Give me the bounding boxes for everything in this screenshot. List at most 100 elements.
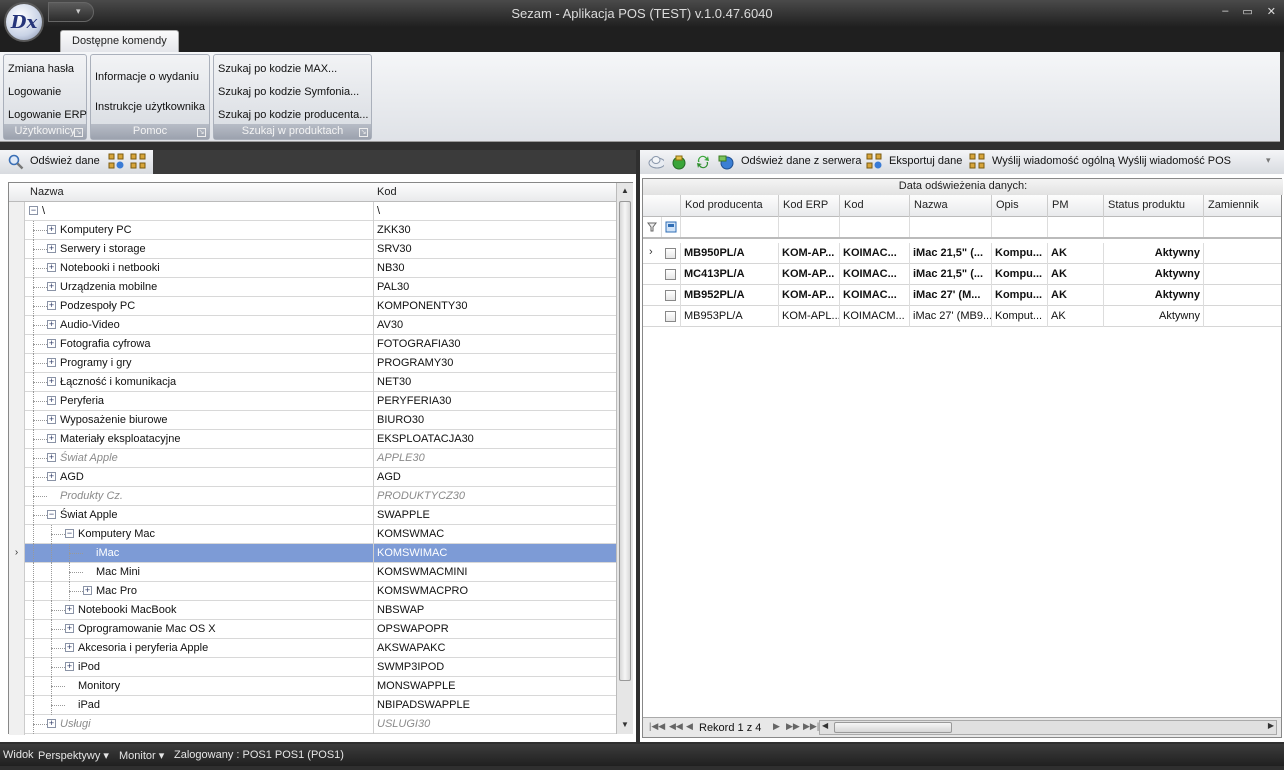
tree-row[interactable]: + Audio-Video AV30 <box>9 316 616 335</box>
perspectives-menu[interactable]: Perspektywy ▾ <box>38 749 109 762</box>
tree-row[interactable]: Monitory MONSWAPPLE <box>9 677 616 696</box>
tree-row[interactable]: iPad NBIPADSWAPPLE <box>9 696 616 715</box>
prev-page-icon[interactable]: ◀◀ <box>669 721 683 732</box>
filter-cell[interactable] <box>991 217 1047 237</box>
grid-horizontal-scrollbar[interactable]: ◀ ▶ <box>819 720 1277 735</box>
server-data-icon[interactable] <box>718 154 734 170</box>
filter-cell[interactable] <box>1047 217 1103 237</box>
app-logo-icon[interactable]: Dx <box>4 2 44 42</box>
last-record-icon[interactable]: ▶▶| <box>803 721 819 732</box>
row-checkbox[interactable] <box>665 248 676 259</box>
tree-row[interactable]: + Podzespoły PC KOMPONENTY30 <box>9 297 616 316</box>
send-general-message-button[interactable]: Wyślij wiadomość ogólną <box>992 155 1115 167</box>
maximize-button[interactable]: ▭ <box>1242 5 1252 18</box>
dialog-launcher-icon[interactable]: ↘ <box>359 128 368 137</box>
message-icon[interactable] <box>969 153 985 169</box>
column-header[interactable]: Zamiennik <box>1203 195 1281 217</box>
expand-icon[interactable]: + <box>65 662 74 671</box>
column-header[interactable]: Opis <box>991 195 1047 217</box>
search-refresh-icon[interactable] <box>8 154 24 170</box>
toolbar-overflow-icon[interactable]: ▾ <box>1266 155 1271 166</box>
expand-icon[interactable]: + <box>47 472 56 481</box>
tree-row[interactable]: Produkty Cz. PRODUKTYCZ30 <box>9 487 616 506</box>
close-button[interactable]: ✕ <box>1267 5 1276 18</box>
tree-row[interactable]: − Świat Apple SWAPPLE <box>9 506 616 525</box>
filter-checkbox-cell[interactable] <box>661 217 680 237</box>
filter-cell[interactable] <box>1103 217 1203 237</box>
tree-row[interactable]: + Programy i gry PROGRAMY30 <box>9 354 616 373</box>
tree-row[interactable]: + iPod SWMP3IPOD <box>9 658 616 677</box>
filter-icon-cell[interactable] <box>643 217 661 237</box>
filter-cell[interactable] <box>909 217 991 237</box>
send-pos-message-button[interactable]: Wyślij wiadomość POS <box>1118 155 1231 167</box>
product-row[interactable]: › MB950PL/A KOM-AP... KOIMAC... iMac 21,5" (… <box>643 243 1281 264</box>
expand-icon[interactable]: + <box>65 643 74 652</box>
column-header-code[interactable]: Kod <box>377 186 397 198</box>
scroll-up-arrow-icon[interactable]: ▲ <box>619 184 631 198</box>
expand-icon[interactable]: + <box>65 605 74 614</box>
collapse-icon[interactable]: − <box>29 206 38 215</box>
search-symfonia-code-button[interactable]: Szukaj po kodzie Symfonia... <box>218 86 359 98</box>
column-header[interactable]: Kod ERP <box>778 195 839 217</box>
tree-vertical-scrollbar[interactable]: ▲ ▼ <box>616 183 633 734</box>
column-header-name[interactable]: Nazwa <box>30 186 64 198</box>
expand-icon[interactable]: + <box>47 396 56 405</box>
expand-all-icon[interactable] <box>108 153 124 169</box>
column-header[interactable]: Nazwa <box>909 195 991 217</box>
column-header[interactable]: Kod <box>839 195 909 217</box>
dialog-launcher-icon[interactable]: ↘ <box>197 128 206 137</box>
column-header[interactable]: Status produktu <box>1103 195 1203 217</box>
expand-icon[interactable]: + <box>47 320 56 329</box>
login-erp-button[interactable]: Logowanie ERP <box>8 109 87 121</box>
tree-row[interactable]: + Urządzenia mobilne PAL30 <box>9 278 616 297</box>
expand-icon[interactable]: + <box>47 301 56 310</box>
view-menu[interactable]: Widok <box>3 749 34 761</box>
dialog-launcher-icon[interactable]: ↘ <box>74 128 83 137</box>
filter-cell[interactable] <box>1203 217 1281 237</box>
server-refresh-icon[interactable] <box>671 154 687 170</box>
user-manual-button[interactable]: Instrukcje użytkownika <box>95 101 205 113</box>
product-row[interactable]: MB953PL/A KOM-APL... KOIMACM... iMac 27' (M… <box>643 306 1281 327</box>
tree-row[interactable]: + Wyposażenie biurowe BIURO30 <box>9 411 616 430</box>
expand-icon[interactable]: + <box>47 244 56 253</box>
refresh-button[interactable]: Odśwież dane <box>30 155 100 167</box>
first-record-icon[interactable]: |◀◀ <box>649 721 665 732</box>
expand-icon[interactable]: + <box>47 225 56 234</box>
product-row[interactable]: MB952PL/A KOM-AP... KOIMAC... iMac 27' (M..… <box>643 285 1281 306</box>
tree-row[interactable]: Mac Mini KOMSWMACMINI <box>9 563 616 582</box>
scroll-left-arrow-icon[interactable]: ◀ <box>822 721 828 730</box>
row-checkbox[interactable] <box>665 290 676 301</box>
collapse-all-icon[interactable] <box>130 153 146 169</box>
monitor-menu[interactable]: Monitor ▾ <box>119 749 164 762</box>
tree-row[interactable]: + Oprogramowanie Mac OS X OPSWAPOPR <box>9 620 616 639</box>
tree-row[interactable]: + Świat Apple APPLE30 <box>9 449 616 468</box>
tree-row[interactable]: + AGD AGD <box>9 468 616 487</box>
tree-row[interactable]: + Notebooki i netbooki NB30 <box>9 259 616 278</box>
tree-row[interactable]: + Komputery PC ZKK30 <box>9 221 616 240</box>
scroll-thumb[interactable] <box>834 722 952 733</box>
tree-row[interactable]: + Notebooki MacBook NBSWAP <box>9 601 616 620</box>
tree-row[interactable]: + Fotografia cyfrowa FOTOGRAFIA30 <box>9 335 616 354</box>
expand-icon[interactable]: + <box>47 358 56 367</box>
row-checkbox[interactable] <box>665 311 676 322</box>
expand-icon[interactable]: + <box>47 377 56 386</box>
scroll-thumb[interactable] <box>619 201 631 681</box>
prev-record-icon[interactable]: ◀ <box>686 721 693 732</box>
tree-row[interactable]: + Łączność i komunikacja NET30 <box>9 373 616 392</box>
release-info-button[interactable]: Informacje o wydaniu <box>95 71 199 83</box>
expand-icon[interactable]: + <box>47 282 56 291</box>
collapse-icon[interactable]: − <box>65 529 74 538</box>
tree-row[interactable]: + Peryferia PERYFERIA30 <box>9 392 616 411</box>
tree-row[interactable]: + Akcesoria i peryferia Apple AKSWAPAKC <box>9 639 616 658</box>
tree-row[interactable]: − \ \ <box>9 202 616 221</box>
filter-cell[interactable] <box>839 217 909 237</box>
tree-row[interactable]: + Serwery i storage SRV30 <box>9 240 616 259</box>
product-row[interactable]: MC413PL/A KOM-AP... KOIMAC... iMac 21,5" (.… <box>643 264 1281 285</box>
scroll-right-arrow-icon[interactable]: ▶ <box>1268 721 1274 730</box>
expand-icon[interactable]: + <box>65 624 74 633</box>
change-password-button[interactable]: Zmiana hasła <box>8 63 74 75</box>
expand-icon[interactable]: + <box>47 434 56 443</box>
refresh-from-server-button[interactable]: Odśwież dane z serwera <box>741 155 861 167</box>
expand-icon[interactable]: + <box>47 719 56 728</box>
expand-icon[interactable]: + <box>47 339 56 348</box>
